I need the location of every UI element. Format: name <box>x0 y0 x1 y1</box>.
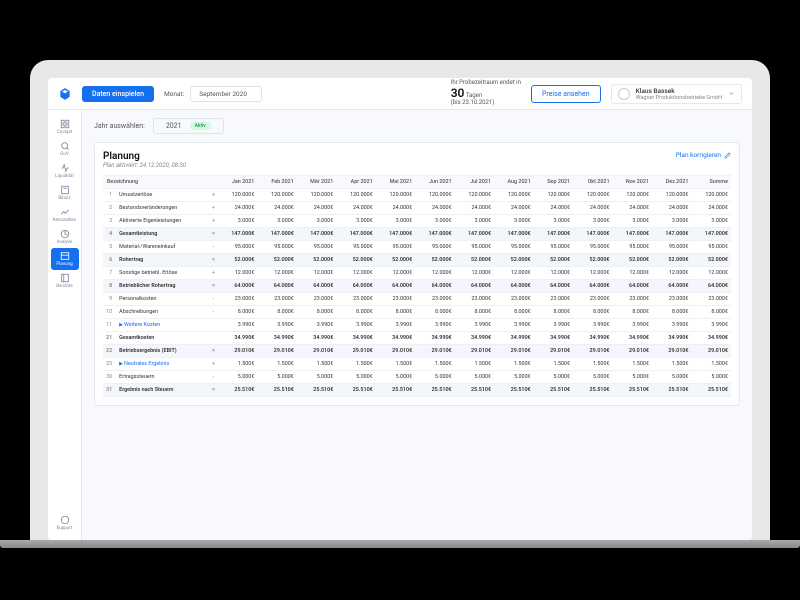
table-row: 23▶Neutrales Ergebnis+1.500€1.500€1.500€… <box>103 358 731 371</box>
active-badge: Aktiv <box>190 122 211 130</box>
table-row: 11▶Weitere Kosten3.990€3.990€3.990€3.990… <box>103 319 731 332</box>
col-month: Aug 2021 <box>494 176 534 189</box>
col-month: Sep 2021 <box>534 176 573 189</box>
sidebar-item-bilanz[interactable]: Bilanz <box>51 182 79 204</box>
table-row: 9Personalkosten-23.000€23.000€23.000€23.… <box>103 293 731 306</box>
sidebar-item-planung[interactable]: Planung <box>51 248 79 270</box>
table-row: 31Ergebnis nach Steuern=25.510€25.510€25… <box>103 384 731 397</box>
col-month: Nov 2021 <box>613 176 652 189</box>
planning-table: BezeichnungJan 2021Feb 2021Mär 2021Apr 2… <box>103 175 731 397</box>
col-label: Bezeichnung <box>103 176 218 189</box>
col-month: Jul 2021 <box>455 176 494 189</box>
nav-icon <box>60 229 70 239</box>
col-month: Dez 2021 <box>652 176 691 189</box>
topbar: Daten einspielen Monat: September 2020 I… <box>48 78 752 110</box>
table-row: 4Gesamtleistung=147.000€147.000€147.000€… <box>103 228 731 241</box>
panel-title: Planung <box>103 151 186 162</box>
table-row: 6Rohertrag=52.000€52.000€52.000€52.000€5… <box>103 254 731 267</box>
sidebar-item-analyse[interactable]: Analyse <box>51 226 79 248</box>
table-row: 2Bestandsveränderungen+24.000€24.000€24.… <box>103 202 731 215</box>
nav-icon <box>60 141 70 151</box>
sidebar-item-liquidität[interactable]: Liquidität <box>51 160 79 182</box>
correct-plan-link[interactable]: Plan korrigieren <box>676 151 731 159</box>
sidebar-item-kennzahlen[interactable]: Kennzahlen <box>51 204 79 226</box>
triangle-right-icon: ▶ <box>119 361 123 367</box>
sidebar-item-cockpit[interactable]: Cockpit <box>51 116 79 138</box>
col-month: Okt 2021 <box>573 176 612 189</box>
nav-icon <box>60 273 70 283</box>
nav-icon <box>60 251 70 261</box>
nav-icon <box>60 119 70 129</box>
table-row: 1Umsatzerlöse+120.000€120.000€120.000€12… <box>103 189 731 202</box>
sidebar: CockpitGuVLiquiditätBilanzKennzahlenAnal… <box>48 110 82 540</box>
planning-panel: Planung Plan aktiviert: 24.12.2020, 08:3… <box>94 142 740 406</box>
table-row: 7Sonstige betriebl. Erlöse+12.000€12.000… <box>103 267 731 280</box>
sidebar-item-berichte[interactable]: Berichte <box>51 270 79 292</box>
nav-icon <box>60 207 70 217</box>
table-row: 3Aktivierte Eigenleistungen+3.000€3.000€… <box>103 215 731 228</box>
expand-row-link[interactable]: ▶Weitere Kosten <box>119 322 160 328</box>
table-row: 30Ertragssteuern-5.000€5.000€5.000€5.000… <box>103 371 731 384</box>
panel-subtitle: Plan aktiviert: 24.12.2020, 08:30 <box>103 162 186 169</box>
year-select[interactable]: 2021 Aktiv <box>153 118 224 134</box>
import-data-button[interactable]: Daten einspielen <box>82 86 154 102</box>
expand-row-link[interactable]: ▶Neutrales Ergebnis <box>119 361 169 367</box>
table-row: 8Betrieblicher Rohertrag=64.000€64.000€6… <box>103 280 731 293</box>
table-row: 22Betriebsergebnis (EBIT)=29.010€29.010€… <box>103 345 731 358</box>
col-month: Jan 2021 <box>218 176 257 189</box>
triangle-right-icon: ▶ <box>119 322 123 328</box>
col-month: Mär 2021 <box>297 176 336 189</box>
month-label: Monat: <box>164 90 184 98</box>
table-row: 5Material-/Wareneinkauf-95.000€95.000€95… <box>103 241 731 254</box>
nav-icon <box>60 163 70 173</box>
view-prices-button[interactable]: Preise ansehen <box>531 85 601 103</box>
sidebar-item-support[interactable]: Support <box>51 512 79 534</box>
sidebar-item-guv[interactable]: GuV <box>51 138 79 160</box>
col-month: Mai 2021 <box>376 176 415 189</box>
avatar-icon <box>618 88 630 100</box>
support-icon <box>60 515 70 525</box>
table-row: 10Abschreibungen-8.000€8.000€8.000€8.000… <box>103 306 731 319</box>
trial-info: Ihr Probezeitraum endet in 30 Tagen (bis… <box>451 80 521 106</box>
col-month: Apr 2021 <box>336 176 375 189</box>
col-month: Summe <box>691 176 731 189</box>
month-select[interactable]: September 2020 <box>190 86 262 102</box>
app-logo-icon <box>58 87 72 101</box>
year-label: Jahr auswählen: <box>94 122 145 130</box>
user-menu[interactable]: Klaus Bassek Wagner Produktionsbetriebe … <box>611 84 742 104</box>
table-row: 21Gesamtkosten34.990€34.990€34.990€34.99… <box>103 332 731 345</box>
edit-icon <box>724 152 731 159</box>
nav-icon <box>60 185 70 195</box>
col-month: Jun 2021 <box>415 176 454 189</box>
col-month: Feb 2021 <box>257 176 296 189</box>
chevron-down-icon <box>728 90 735 97</box>
